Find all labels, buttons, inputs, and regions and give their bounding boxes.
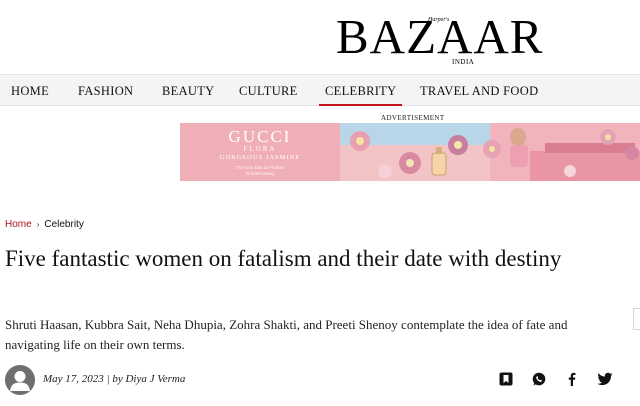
logo-edition: INDIA bbox=[452, 58, 475, 66]
byline-separator: | by bbox=[103, 373, 126, 385]
breadcrumb: Home › Celebrity bbox=[5, 219, 84, 230]
nav-home[interactable]: HOME bbox=[11, 75, 49, 107]
advertisement-label: ADVERTISEMENT bbox=[381, 114, 445, 122]
main-nav: HOME FASHION BEAUTY CULTURE CELEBRITY TR… bbox=[0, 74, 640, 106]
user-icon bbox=[10, 371, 30, 391]
ad-brand-panel: GUCCI FLORA GORGEOUS JASMINE The New Eau… bbox=[180, 123, 340, 181]
logo-harpers: Harper's bbox=[428, 17, 450, 23]
site-header: BAZAAR Harper's INDIA bbox=[0, 0, 640, 72]
bookmark-icon[interactable] bbox=[498, 371, 514, 387]
nav-celebrity[interactable]: CELEBRITY bbox=[318, 75, 403, 107]
chevron-right-icon: › bbox=[36, 220, 40, 229]
article-byline: May 17, 2023 | by Diya J Verma bbox=[5, 364, 635, 396]
author-avatar[interactable] bbox=[5, 365, 35, 395]
ad-variant: GORGEOUS JASMINE bbox=[219, 154, 301, 161]
ad-product: FLORA bbox=[243, 145, 277, 153]
ad-tagline: The New Eau de Parfum bbox=[235, 165, 285, 170]
facebook-icon[interactable] bbox=[564, 371, 580, 387]
nav-travel-and-food[interactable]: TRAVEL AND FOOD bbox=[420, 75, 538, 107]
ad-hashtag: #FloraFantasy bbox=[245, 171, 275, 176]
nav-culture[interactable]: CULTURE bbox=[239, 75, 298, 107]
byline-text: May 17, 2023 | by Diya J Verma bbox=[43, 373, 185, 385]
author-name[interactable]: Diya J Verma bbox=[125, 373, 185, 385]
gucci-ad-banner[interactable]: GUCCI FLORA GORGEOUS JASMINE The New Eau… bbox=[180, 123, 640, 181]
breadcrumb-home[interactable]: Home bbox=[5, 219, 32, 230]
whatsapp-icon[interactable] bbox=[531, 371, 547, 387]
side-scroll-tab[interactable] bbox=[633, 308, 640, 330]
article-headline: Five fantastic women on fatalism and the… bbox=[5, 246, 562, 271]
nav-fashion[interactable]: FASHION bbox=[78, 75, 133, 107]
nav-beauty[interactable]: BEAUTY bbox=[162, 75, 215, 107]
ad-artwork bbox=[340, 123, 640, 181]
article-standfirst: Shruti Haasan, Kubbra Sait, Neha Dhupia,… bbox=[5, 317, 568, 352]
publish-date: May 17, 2023 bbox=[43, 373, 104, 385]
twitter-icon[interactable] bbox=[597, 371, 613, 387]
ad-brand: GUCCI bbox=[228, 127, 292, 146]
breadcrumb-current[interactable]: Celebrity bbox=[44, 219, 83, 230]
